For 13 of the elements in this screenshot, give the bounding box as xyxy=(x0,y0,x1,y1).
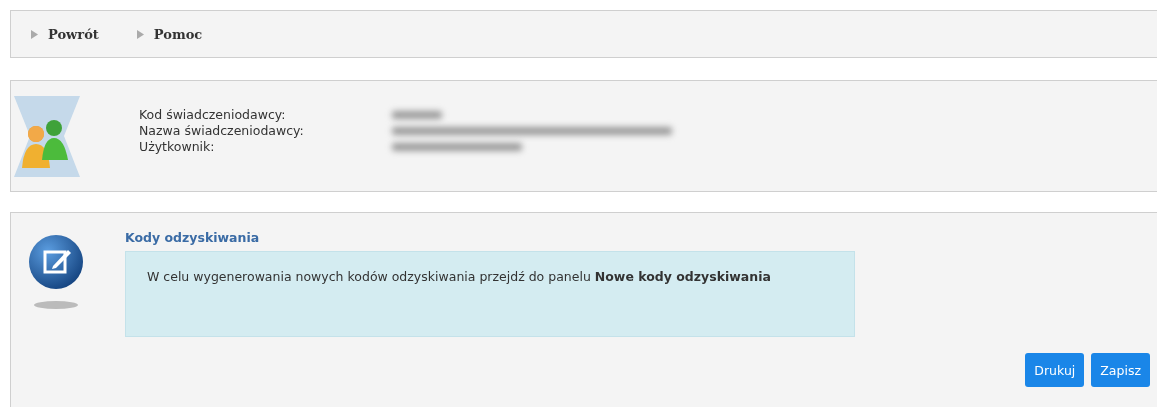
field-label: Kod świadczeniodawcy: xyxy=(139,107,287,123)
info-message: W celu wygenerowania nowych kodów odzyskiwania przejdź do panelu Nowe kody odzyskiwania xyxy=(125,251,855,337)
field-label: Nazwa świadczeniodawcy: xyxy=(139,123,305,139)
action-button[interactable]: Drukuj xyxy=(1025,353,1085,387)
section-title: Kody odzyskiwania xyxy=(125,230,261,247)
triangle-icon xyxy=(136,29,144,39)
blurred-value xyxy=(392,111,442,119)
triangle-icon xyxy=(31,29,38,39)
users-icon xyxy=(14,95,80,177)
toolbar-link[interactable]: Powrót xyxy=(31,26,99,42)
toolbar-link[interactable]: Pomoc xyxy=(136,26,203,42)
field-label: Użytkownik: xyxy=(139,139,216,155)
action-button[interactable]: Zapisz xyxy=(1091,353,1150,387)
